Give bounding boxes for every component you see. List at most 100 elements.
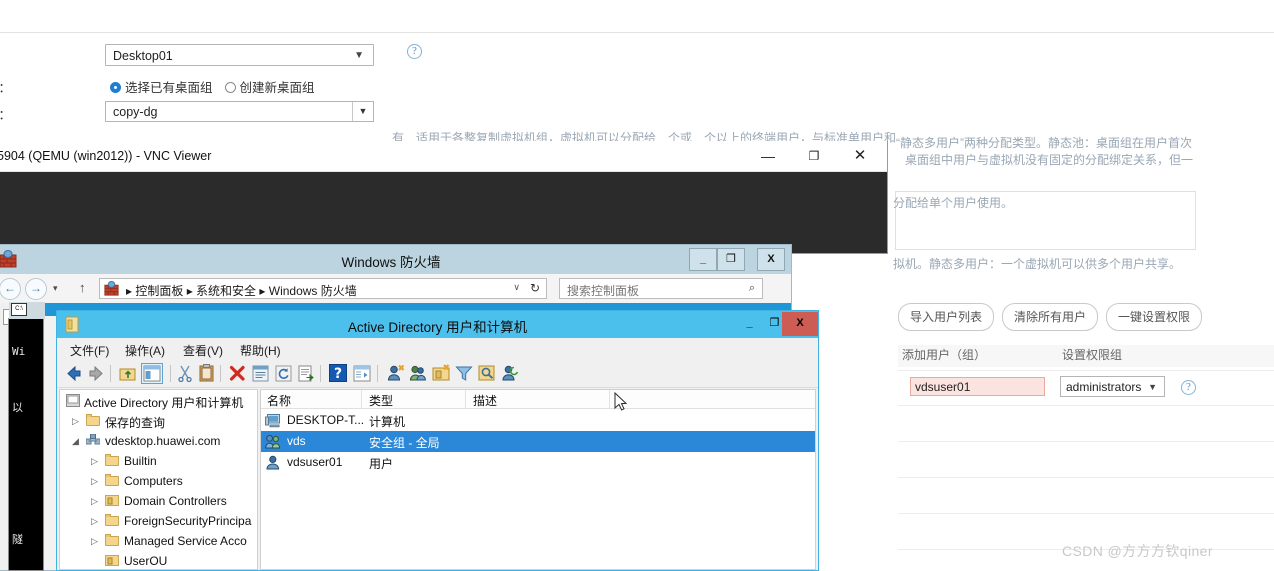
chevron-down-icon[interactable]: ▼ [352, 102, 373, 121]
help-icon[interactable]: ? [407, 44, 422, 59]
chevron-right-icon[interactable]: ▷ [72, 416, 79, 427]
show-hide-tree-icon[interactable] [141, 363, 163, 384]
find-icon[interactable] [478, 364, 497, 382]
forward-arrow-icon[interactable] [87, 365, 105, 382]
search-placeholder: 搜索控制面板 [567, 284, 640, 298]
back-icon[interactable]: ← [0, 278, 21, 300]
firewall-maximize-button[interactable]: ❐ [717, 248, 745, 271]
tree-item-computers[interactable]: ▷ Computers [60, 472, 257, 491]
tree-item-managed-service-accounts-label: Managed Service Acco [124, 534, 247, 548]
row-name: vdsuser01 [287, 455, 343, 469]
vnc-title-bar[interactable]: 5904 (QEMU (win2012)) - VNC Viewer — ❐ ✕ [0, 141, 887, 172]
cut-icon[interactable] [177, 365, 193, 382]
tree-item-domain-controllers[interactable]: ▷ Domain Controllers [60, 492, 257, 511]
new-user-icon[interactable] [386, 364, 405, 382]
tree-item-root[interactable]: Active Directory 用户和计算机 [60, 392, 257, 411]
menu-file[interactable]: 文件(F) [70, 342, 109, 359]
firewall-title-bar[interactable]: Windows 防火墙 _ ❐ X [0, 245, 791, 274]
help-icon[interactable]: ? [1181, 380, 1196, 395]
tree-item-saved-queries[interactable]: ▷ 保存的查询 [60, 412, 257, 431]
up-one-level-icon[interactable] [119, 365, 137, 382]
ad-title-bar[interactable]: Active Directory 用户和计算机 _ ❐ X [57, 311, 818, 338]
one-click-permission-button[interactable]: 一键设置权限 [1106, 303, 1203, 331]
refresh-icon[interactable] [275, 365, 292, 382]
address-bar[interactable]: ▸ 控制面板 ▸ 系统和安全 ▸ Windows 防火墙 ∨ ↻ [99, 278, 547, 299]
delegate-control-icon[interactable] [501, 364, 520, 382]
firewall-brick-icon [104, 281, 119, 296]
firewall-title-text: Windows 防火墙 [341, 255, 441, 270]
chevron-down-icon[interactable]: ◢ [72, 436, 79, 447]
help-icon[interactable]: ? [329, 364, 347, 382]
vnc-remote-desktop-canvas[interactable] [0, 172, 887, 253]
column-divider[interactable] [465, 390, 466, 408]
tree-item-domain[interactable]: ◢ vdesktop.huawei.com [60, 432, 257, 451]
permission-group-select[interactable]: administrators ▼ [1060, 376, 1165, 397]
forward-icon[interactable]: → [25, 278, 47, 300]
top-divider [0, 32, 1274, 33]
chevron-right-icon[interactable]: ▷ [91, 516, 98, 527]
tree-item-builtin[interactable]: ▷ Builtin [60, 452, 257, 471]
paste-icon[interactable] [199, 364, 214, 382]
toolbar-separator [377, 365, 378, 382]
clear-all-users-button[interactable]: 清除所有用户 [1002, 303, 1099, 331]
column-divider[interactable] [361, 390, 362, 408]
radio-existing-group[interactable] [110, 82, 121, 93]
firewall-close-button[interactable]: X [757, 248, 785, 271]
tree-item-foreign-security-principals[interactable]: ▷ ForeignSecurityPrincipa [60, 512, 257, 531]
row-type: 用户 [369, 457, 394, 471]
back-arrow-icon[interactable] [65, 365, 83, 382]
chevron-right-icon[interactable]: ▷ [91, 476, 98, 487]
properties-icon[interactable] [252, 365, 269, 382]
show-console-tree-icon[interactable] [353, 365, 371, 382]
chevron-right-icon[interactable]: ▷ [91, 456, 98, 467]
menu-view[interactable]: 查看(V) [183, 342, 223, 359]
recent-locations-icon[interactable]: ▾ [53, 283, 58, 294]
firewall-minimize-button[interactable]: _ [689, 248, 717, 271]
column-header-description[interactable]: 描述 [473, 392, 497, 409]
table-row[interactable]: DESKTOP-T... 计算机 [261, 410, 815, 431]
menu-action[interactable]: 操作(A) [125, 342, 165, 359]
desktop-group-radio-group[interactable]: 选择已有桌面组 创建新桌面组 [110, 77, 327, 96]
tree-item-userou[interactable]: UserOU [60, 552, 257, 569]
desktop-group-name-input[interactable]: copy-dg ▼ [105, 101, 374, 122]
cmd-line-1: Wi [12, 345, 26, 358]
chevron-right-icon[interactable]: ▷ [91, 496, 98, 507]
export-list-icon[interactable] [298, 365, 315, 382]
column-header-name[interactable]: 名称 [267, 392, 291, 409]
desktop-select[interactable]: Desktop01 ▼ [105, 44, 374, 66]
chevron-right-icon[interactable]: ▷ [91, 536, 98, 547]
column-header-permission-group: 设置权限组 [1062, 348, 1123, 362]
search-icon[interactable]: ⌕ [749, 282, 755, 295]
column-divider[interactable] [609, 390, 610, 408]
toolbar-separator [220, 365, 221, 382]
radio-new-group[interactable] [224, 82, 236, 93]
user-action-buttons: 导入用户列表 清除所有用户 一键设置权限 [898, 303, 1210, 331]
command-prompt-window[interactable]: C:\ Wi 以 隧 [8, 302, 45, 571]
list-divider [898, 441, 1274, 442]
vnc-close-button[interactable]: ✕ [837, 141, 883, 171]
chevron-down-icon[interactable]: ∨ [513, 282, 520, 293]
import-user-list-button[interactable]: 导入用户列表 [898, 303, 995, 331]
table-row[interactable]: vds 安全组 - 全局 [261, 431, 815, 452]
tree-item-managed-service-accounts[interactable]: ▷ Managed Service Acco [60, 532, 257, 551]
ad-minimize-button[interactable]: _ [737, 312, 762, 336]
breadcrumb[interactable]: ▸ 控制面板 ▸ 系统和安全 ▸ Windows 防火墙 [126, 282, 357, 299]
add-user-input[interactable]: vdsuser01 [910, 377, 1045, 396]
up-icon[interactable]: ↑ [79, 280, 86, 295]
ad-result-pane[interactable]: 名称 类型 描述 DESKTOP-T... 计算机 vds 安全组 - 全局 v… [260, 389, 816, 570]
column-header-type[interactable]: 类型 [369, 392, 393, 409]
tree-item-domain-controllers-label: Domain Controllers [124, 494, 227, 508]
vnc-maximize-button[interactable]: ❐ [791, 141, 837, 171]
menu-help[interactable]: 帮助(H) [240, 342, 281, 359]
table-row[interactable]: vdsuser01 用户 [261, 452, 815, 473]
delete-icon[interactable] [229, 365, 246, 382]
cmd-title-bar[interactable]: C:\ [9, 302, 45, 319]
filter-icon[interactable] [455, 365, 473, 382]
new-ou-icon[interactable] [432, 364, 451, 382]
ad-console-tree[interactable]: Active Directory 用户和计算机 ▷ 保存的查询 ◢ vdeskt… [59, 389, 258, 570]
refresh-icon[interactable]: ↻ [530, 281, 540, 295]
new-group-icon[interactable] [409, 364, 428, 382]
vnc-minimize-button[interactable]: — [745, 141, 791, 171]
search-input[interactable]: 搜索控制面板 ⌕ [559, 278, 763, 299]
ad-close-button[interactable]: X [782, 312, 818, 336]
